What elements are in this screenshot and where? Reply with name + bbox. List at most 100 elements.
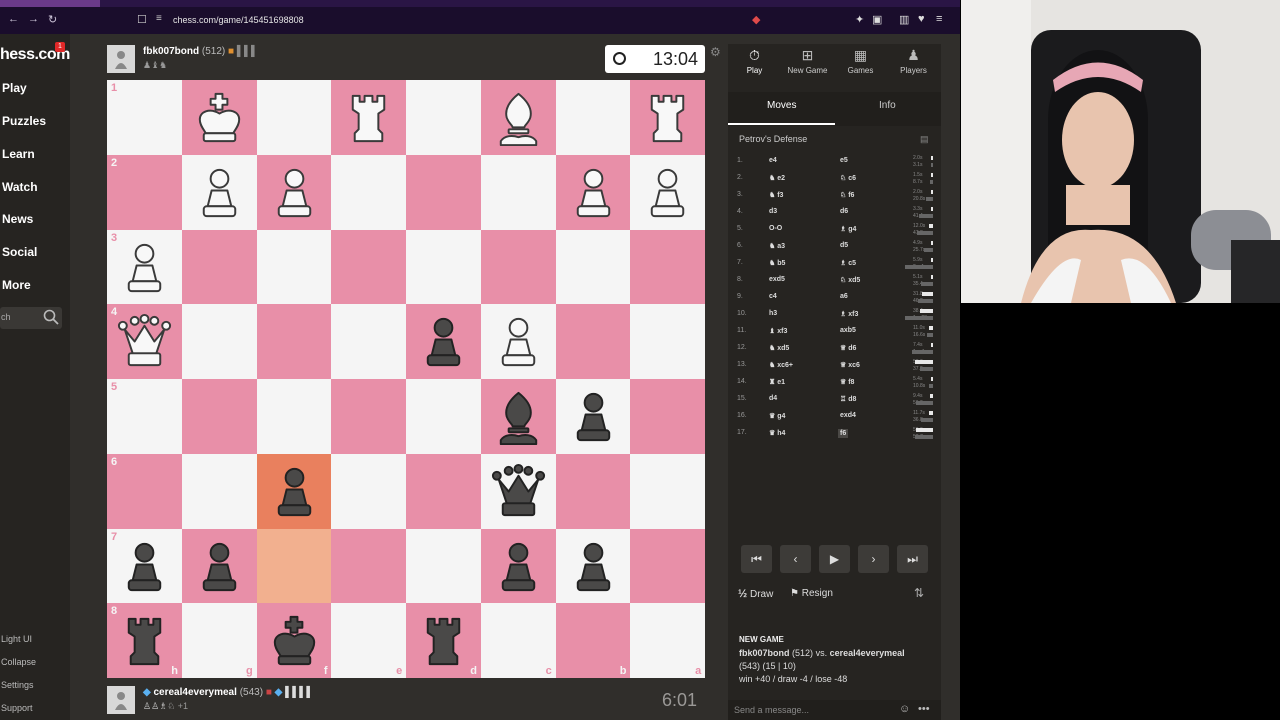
tab-info[interactable]: Info: [879, 100, 896, 111]
sidebar-support[interactable]: Support: [1, 703, 33, 713]
board-square[interactable]: [256, 229, 332, 305]
extension-icon[interactable]: ◆: [752, 13, 760, 26]
board-square[interactable]: [480, 453, 556, 529]
board-square[interactable]: [331, 528, 407, 604]
black-pawn-icon[interactable]: [487, 535, 550, 598]
sidebar-light-ui[interactable]: Light UI: [1, 634, 32, 644]
board-square[interactable]: [331, 154, 407, 230]
board-square[interactable]: e: [331, 603, 407, 679]
board-square[interactable]: [181, 80, 257, 155]
black-move[interactable]: axb5: [840, 327, 856, 334]
board-square[interactable]: [480, 528, 556, 604]
board-square[interactable]: [555, 453, 631, 529]
first-move-button[interactable]: ⏮: [741, 545, 772, 573]
sidebar-item-social[interactable]: Social: [2, 245, 37, 259]
board-square[interactable]: [181, 154, 257, 230]
white-move[interactable]: ♜ e1: [769, 378, 785, 386]
black-king-icon[interactable]: [263, 609, 326, 672]
board-square[interactable]: [555, 304, 631, 380]
white-king-icon[interactable]: [188, 86, 251, 149]
draw-button[interactable]: ½ Draw: [738, 588, 773, 600]
sidebar-collapse[interactable]: Collapse: [1, 657, 36, 667]
white-pawn-icon[interactable]: [636, 161, 699, 224]
resign-button[interactable]: ⚑ Resign: [790, 588, 833, 599]
opening-name[interactable]: Petrov's Defense: [739, 134, 807, 144]
white-move[interactable]: ♛ h4: [769, 429, 785, 437]
board-square[interactable]: [181, 379, 257, 454]
board-square[interactable]: [555, 80, 631, 155]
notification-badge[interactable]: 1: [55, 42, 65, 52]
board-square[interactable]: [406, 379, 481, 454]
white-rook-icon[interactable]: [636, 86, 699, 149]
active-tab[interactable]: [0, 0, 100, 7]
tab-games[interactable]: ▦ Games: [834, 44, 887, 84]
black-rook-icon[interactable]: [412, 609, 475, 672]
reload-icon[interactable]: ↻: [48, 13, 57, 26]
black-pawn-icon[interactable]: [113, 535, 176, 598]
board-square[interactable]: [181, 453, 257, 529]
site-info-icon[interactable]: ≡: [156, 13, 162, 24]
black-pawn-icon[interactable]: [263, 460, 326, 523]
white-move[interactable]: ♞ a3: [769, 242, 785, 250]
board-square[interactable]: [331, 229, 407, 305]
board-square[interactable]: 4: [107, 304, 182, 380]
board-square[interactable]: 1: [107, 80, 182, 155]
emoji-icon[interactable]: ☺: [899, 703, 910, 715]
white-pawn-icon[interactable]: [188, 161, 251, 224]
white-move[interactable]: e4: [769, 157, 777, 164]
board-square[interactable]: 6: [107, 453, 182, 529]
board-square[interactable]: [630, 453, 706, 529]
board-square[interactable]: [256, 379, 332, 454]
sidebar-item-puzzles[interactable]: Puzzles: [2, 114, 46, 128]
white-rook-icon[interactable]: [337, 86, 400, 149]
white-move[interactable]: c4: [769, 293, 777, 300]
board-square[interactable]: [480, 229, 556, 305]
black-move[interactable]: ♗ c5: [840, 259, 856, 267]
black-move[interactable]: ♕ f8: [840, 378, 854, 386]
extensions-icon[interactable]: ✦: [855, 13, 864, 26]
back-icon[interactable]: ←: [8, 13, 19, 25]
board-square[interactable]: [480, 379, 556, 454]
white-move[interactable]: ♞ e2: [769, 174, 785, 182]
board-square[interactable]: 3: [107, 229, 182, 305]
board-square[interactable]: [331, 80, 407, 155]
board-square[interactable]: 7: [107, 528, 182, 604]
black-move[interactable]: ♘ f6: [840, 191, 854, 199]
chess-board[interactable]: 1 2 345 6 78h gf ed c b a: [107, 80, 706, 679]
board-square[interactable]: [331, 379, 407, 454]
black-move[interactable]: ♕ d6: [840, 344, 856, 352]
more-icon[interactable]: •••: [918, 703, 930, 715]
black-move[interactable]: a6: [840, 293, 848, 300]
black-move[interactable]: ♗ g4: [840, 225, 856, 233]
black-pawn-icon[interactable]: [562, 385, 625, 448]
board-square[interactable]: [406, 453, 481, 529]
last-move-button[interactable]: ⏭: [897, 545, 928, 573]
bookmark-icon[interactable]: ☐: [137, 13, 147, 26]
black-pawn-icon[interactable]: [562, 535, 625, 598]
white-pawn-icon[interactable]: [113, 236, 176, 299]
board-square[interactable]: [406, 304, 481, 380]
board-square[interactable]: [555, 154, 631, 230]
board-square[interactable]: [630, 80, 706, 155]
sidebar-item-more[interactable]: More: [2, 278, 31, 292]
url-text[interactable]: chess.com/game/145451698808: [173, 15, 304, 25]
white-pawn-icon[interactable]: [487, 310, 550, 373]
flip-board-icon[interactable]: ⇅: [914, 586, 924, 600]
board-square[interactable]: 8h: [107, 603, 182, 679]
url-bar[interactable]: ← → ↻ ☐ ≡ chess.com/game/145451698808 ◆ …: [0, 7, 960, 34]
board-square[interactable]: [480, 80, 556, 155]
white-move[interactable]: ♞ xc6+: [769, 361, 793, 369]
chat-input[interactable]: Send a message... ☺ •••: [728, 700, 941, 720]
black-move[interactable]: f6: [838, 429, 849, 438]
white-move[interactable]: ♞ xd5: [769, 344, 789, 352]
search-icon[interactable]: [43, 309, 59, 325]
white-pawn-icon[interactable]: [263, 161, 326, 224]
white-move[interactable]: exd5: [769, 276, 785, 283]
next-move-button[interactable]: ›: [858, 545, 889, 573]
heart-icon[interactable]: ♥: [918, 13, 925, 25]
black-rook-icon[interactable]: [113, 609, 176, 672]
tab-players[interactable]: ♟ Players: [887, 44, 940, 84]
sidebar-item-play[interactable]: Play: [2, 81, 27, 95]
black-pawn-icon[interactable]: [412, 310, 475, 373]
sidebar-icon[interactable]: ▥: [899, 13, 909, 26]
